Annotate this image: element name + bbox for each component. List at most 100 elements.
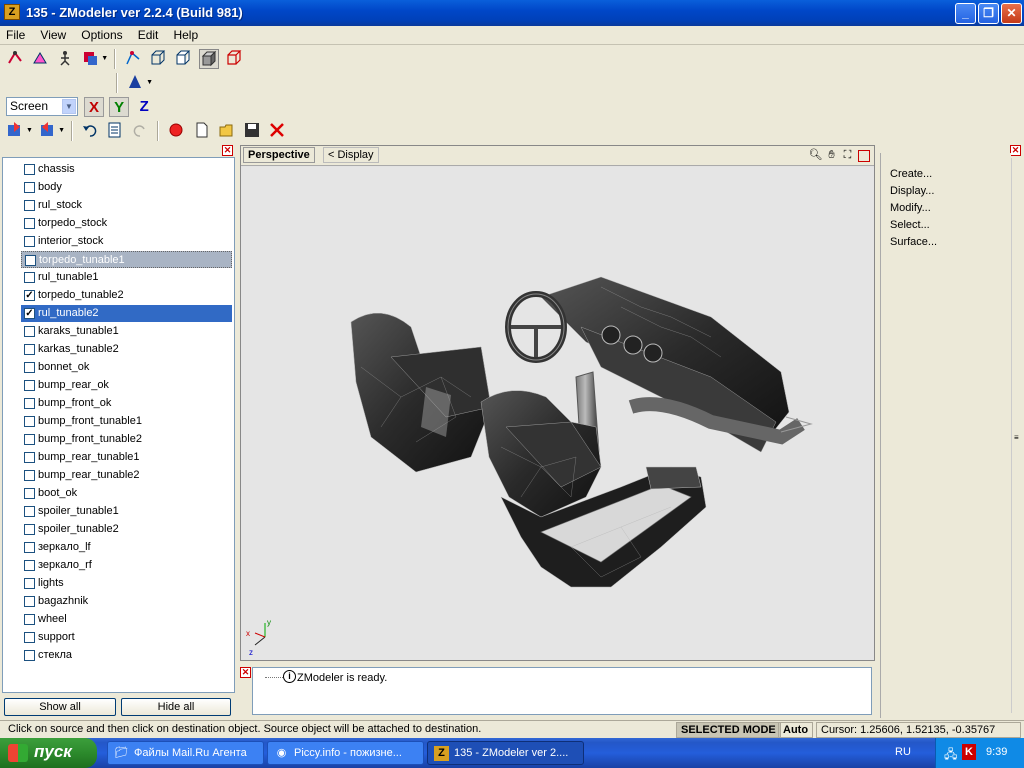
export-dropdown-icon[interactable]: ▼ [58,127,65,134]
direction-dropdown-icon[interactable]: ▼ [146,79,153,86]
zoom-icon[interactable]: 🔍︎ [808,148,823,163]
visibility-checkbox[interactable] [24,218,35,229]
visibility-checkbox[interactable] [24,200,35,211]
object-list-item[interactable]: interior_stock [21,233,232,250]
object-list-item[interactable]: стекла [21,647,232,664]
task-zmodeler[interactable]: Z 135 - ZModeler ver 2.... [427,741,584,765]
delete-icon[interactable] [267,121,287,141]
visibility-checkbox[interactable] [24,182,35,193]
panel-close-icon[interactable]: ✕ [222,145,233,156]
display-tab[interactable]: < Display [323,147,379,163]
maximize-button[interactable]: ❐ [978,3,999,24]
object-list-item[interactable]: зеркало_rf [21,557,232,574]
undo-list-icon[interactable] [105,121,125,141]
visibility-checkbox[interactable] [24,632,35,643]
visibility-checkbox[interactable] [24,506,35,517]
zoom-extents-icon[interactable]: ⛶ [840,148,855,163]
object-list-item[interactable]: rul_tunable1 [21,269,232,286]
shaded-box-icon[interactable] [198,49,219,69]
mode-indicator[interactable]: SELECTED MODE [676,722,781,738]
task-mailru-files[interactable]: 📁︎ Файлы Mail.Ru Агента [107,741,264,765]
title-bar[interactable]: Z 135 - ZModeler ver 2.2.4 (Build 981) _… [0,0,1024,26]
visibility-checkbox[interactable] [25,255,36,266]
command-surface[interactable]: Surface... [890,236,937,248]
pan-hand-icon[interactable]: ✋︎ [824,148,839,163]
log-close-icon[interactable]: ✕ [240,667,251,678]
visibility-checkbox[interactable] [24,650,35,661]
visibility-checkbox[interactable] [24,434,35,445]
object-list-item[interactable]: bump_front_tunable1 [21,413,232,430]
visibility-checkbox[interactable] [24,398,35,409]
object-list-item[interactable]: spoiler_tunable1 [21,503,232,520]
select-mode-dropdown-icon[interactable]: ▼ [101,55,108,62]
visibility-checkbox[interactable]: ✓ [24,290,35,301]
object-list-item[interactable]: bump_front_ok [21,395,232,412]
object-list-item[interactable]: body [21,179,232,196]
undo-icon[interactable] [80,121,100,141]
hide-all-button[interactable]: Hide all [121,698,231,716]
object-list-item[interactable]: bump_rear_tunable1 [21,449,232,466]
object-list-item[interactable]: spoiler_tunable2 [21,521,232,538]
object-list-item[interactable]: зеркало_lf [21,539,232,556]
menu-file[interactable]: File [0,26,31,42]
command-select[interactable]: Select... [890,219,930,231]
zmodeler-app-icon[interactable]: Z [4,4,20,20]
object-list-item[interactable]: ✓ rul_tunable2 [21,305,232,322]
3d-canvas[interactable]: y x z [241,167,874,660]
visibility-checkbox[interactable] [24,560,35,571]
visibility-checkbox[interactable] [24,362,35,373]
chevron-down-icon[interactable]: ▼ [62,99,76,114]
new-file-icon[interactable] [192,121,212,141]
menu-view[interactable]: View [34,26,72,42]
auto-indicator[interactable]: Auto [778,722,814,738]
language-indicator[interactable]: RU [895,746,911,758]
axis-x-button[interactable]: X [84,97,105,117]
task-piccy[interactable]: ◉ Piccy.info - пожизне... [267,741,424,765]
select-group-icon[interactable] [80,49,100,69]
select-vertices-icon[interactable] [5,49,25,69]
record-icon[interactable] [166,121,186,141]
viewport-name-button[interactable]: Perspective [243,147,315,163]
visibility-checkbox[interactable] [24,524,35,535]
perspective-viewport[interactable]: Perspective < Display 🔍︎ ✋︎ ⛶ y x z [240,145,875,661]
command-create[interactable]: Create... [890,168,932,180]
maximize-viewport-icon[interactable] [858,150,870,162]
visibility-checkbox[interactable] [24,272,35,283]
object-list-item[interactable]: bump_front_tunable2 [21,431,232,448]
visibility-checkbox[interactable] [24,578,35,589]
visibility-checkbox[interactable] [24,470,35,481]
axis-z-button[interactable]: Z [134,97,154,117]
object-list-item[interactable]: lights [21,575,232,592]
visibility-checkbox[interactable] [24,164,35,175]
command-panel-close-icon[interactable]: ✕ [1010,145,1021,156]
object-list-item[interactable]: chassis [21,161,232,178]
object-list-item[interactable]: boot_ok [21,485,232,502]
object-list-item[interactable]: bonnet_ok [21,359,232,376]
visibility-checkbox[interactable] [24,542,35,553]
scroll-grip-icon[interactable]: ≡ [1014,433,1019,442]
visibility-checkbox[interactable] [24,452,35,463]
object-list-item[interactable]: bump_rear_tunable2 [21,467,232,484]
object-list-item[interactable]: wheel [21,611,232,628]
command-display[interactable]: Display... [890,185,934,197]
menu-options[interactable]: Options [75,26,128,42]
object-list-item[interactable]: bump_rear_ok [21,377,232,394]
object-list-item[interactable]: bagazhnik [21,593,232,610]
wireframe-box-icon[interactable] [148,49,168,69]
visibility-checkbox[interactable] [24,488,35,499]
axis-y-button[interactable]: Y [109,97,130,117]
visibility-checkbox[interactable] [24,596,35,607]
direction-arrow-icon[interactable] [125,73,145,93]
import-icon[interactable] [5,121,25,141]
object-list-item[interactable]: ✓ torpedo_tunable2 [21,287,232,304]
network-icon[interactable]: 🖧︎ [944,745,957,766]
visibility-checkbox[interactable] [24,236,35,247]
visibility-checkbox[interactable] [24,380,35,391]
visibility-checkbox[interactable] [24,614,35,625]
visibility-checkbox[interactable]: ✓ [24,308,35,319]
open-folder-icon[interactable] [217,121,237,141]
select-object-icon[interactable] [55,49,75,69]
object-list-item[interactable]: rul_stock [21,197,232,214]
coordinate-system-select[interactable]: Screen ▼ [6,97,78,116]
command-panel-scrollbar[interactable]: ≡ [1011,158,1023,713]
